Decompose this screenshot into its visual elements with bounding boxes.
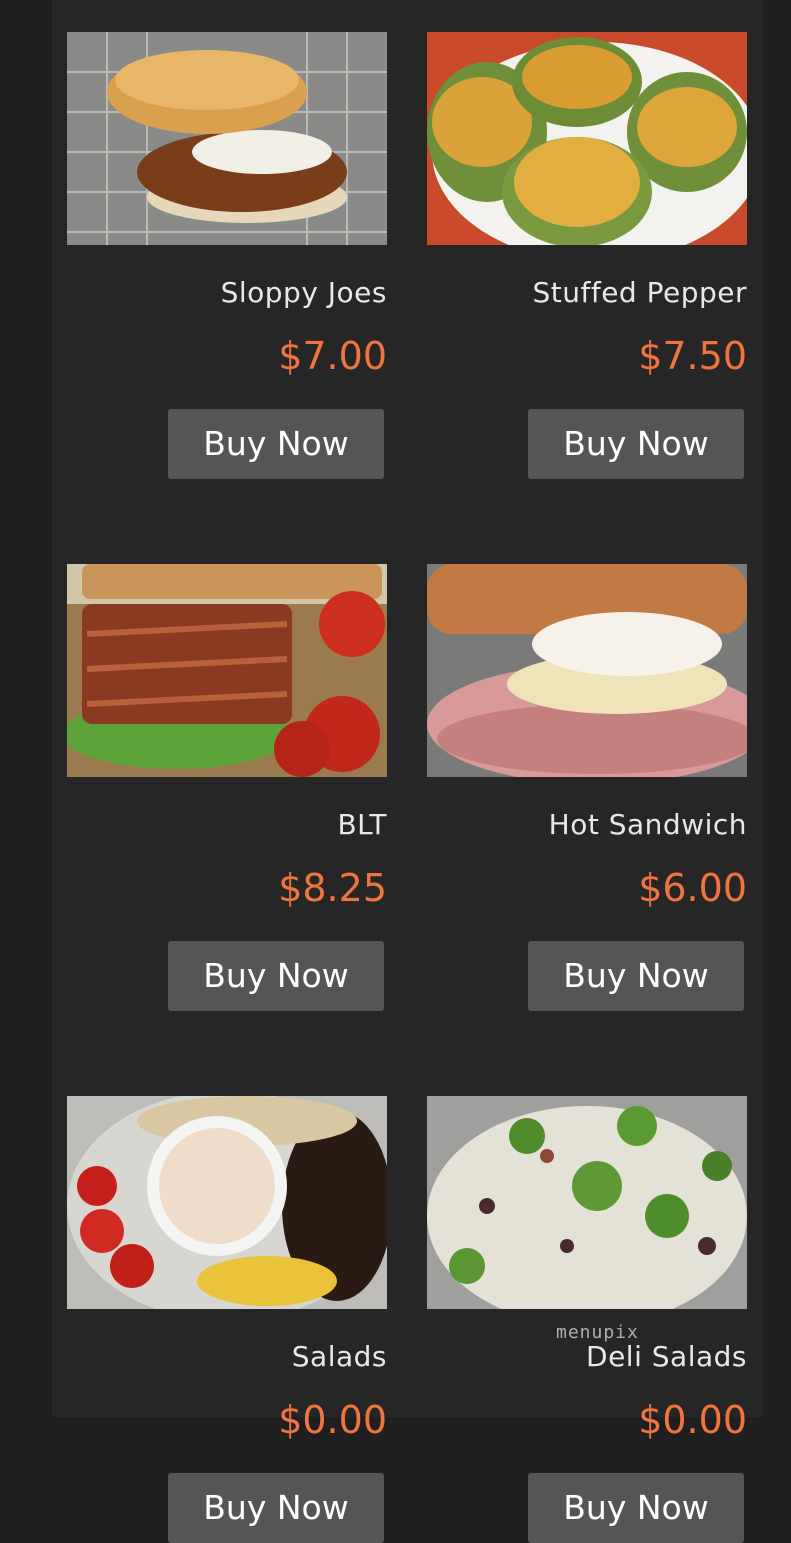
salads-photo <box>67 1096 387 1309</box>
item-name: BLT <box>337 808 387 841</box>
deli-salads-photo <box>427 1096 747 1309</box>
item-price: $8.25 <box>278 866 387 910</box>
item-name: Deli Salads <box>586 1340 747 1373</box>
buy-now-button[interactable]: Buy Now <box>528 409 744 479</box>
menu-item-sloppy-joes: Sloppy Joes $7.00 Buy Now <box>67 32 387 479</box>
item-price: $7.00 <box>278 334 387 378</box>
item-price: $0.00 <box>638 1398 747 1442</box>
item-name: Salads <box>291 1340 387 1373</box>
buy-now-button[interactable]: Buy Now <box>168 941 384 1011</box>
item-name: Hot Sandwich <box>548 808 747 841</box>
hot-sandwich-photo <box>427 564 747 777</box>
item-price: $6.00 <box>638 866 747 910</box>
item-name: Stuffed Pepper <box>532 276 747 309</box>
menu-item-hot-sandwich: Hot Sandwich $6.00 Buy Now <box>427 564 747 1011</box>
item-price: $0.00 <box>278 1398 387 1442</box>
sloppy-joes-photo <box>67 32 387 245</box>
menu-grid: Sloppy Joes $7.00 Buy Now Stuffed Pepper… <box>52 0 762 1543</box>
item-price: $7.50 <box>638 334 747 378</box>
blt-photo <box>67 564 387 777</box>
menu-item-deli-salads: Deli Salads $0.00 Buy Now <box>427 1096 747 1543</box>
stuffed-pepper-photo <box>427 32 747 245</box>
item-name: Sloppy Joes <box>220 276 387 309</box>
buy-now-button[interactable]: Buy Now <box>528 941 744 1011</box>
menu-item-blt: BLT $8.25 Buy Now <box>67 564 387 1011</box>
watermark: menupix <box>556 1322 639 1343</box>
menu-item-stuffed-pepper: Stuffed Pepper $7.50 Buy Now <box>427 32 747 479</box>
buy-now-button[interactable]: Buy Now <box>168 1473 384 1543</box>
buy-now-button[interactable]: Buy Now <box>168 409 384 479</box>
buy-now-button[interactable]: Buy Now <box>528 1473 744 1543</box>
menu-item-salads: Salads $0.00 Buy Now <box>67 1096 387 1543</box>
